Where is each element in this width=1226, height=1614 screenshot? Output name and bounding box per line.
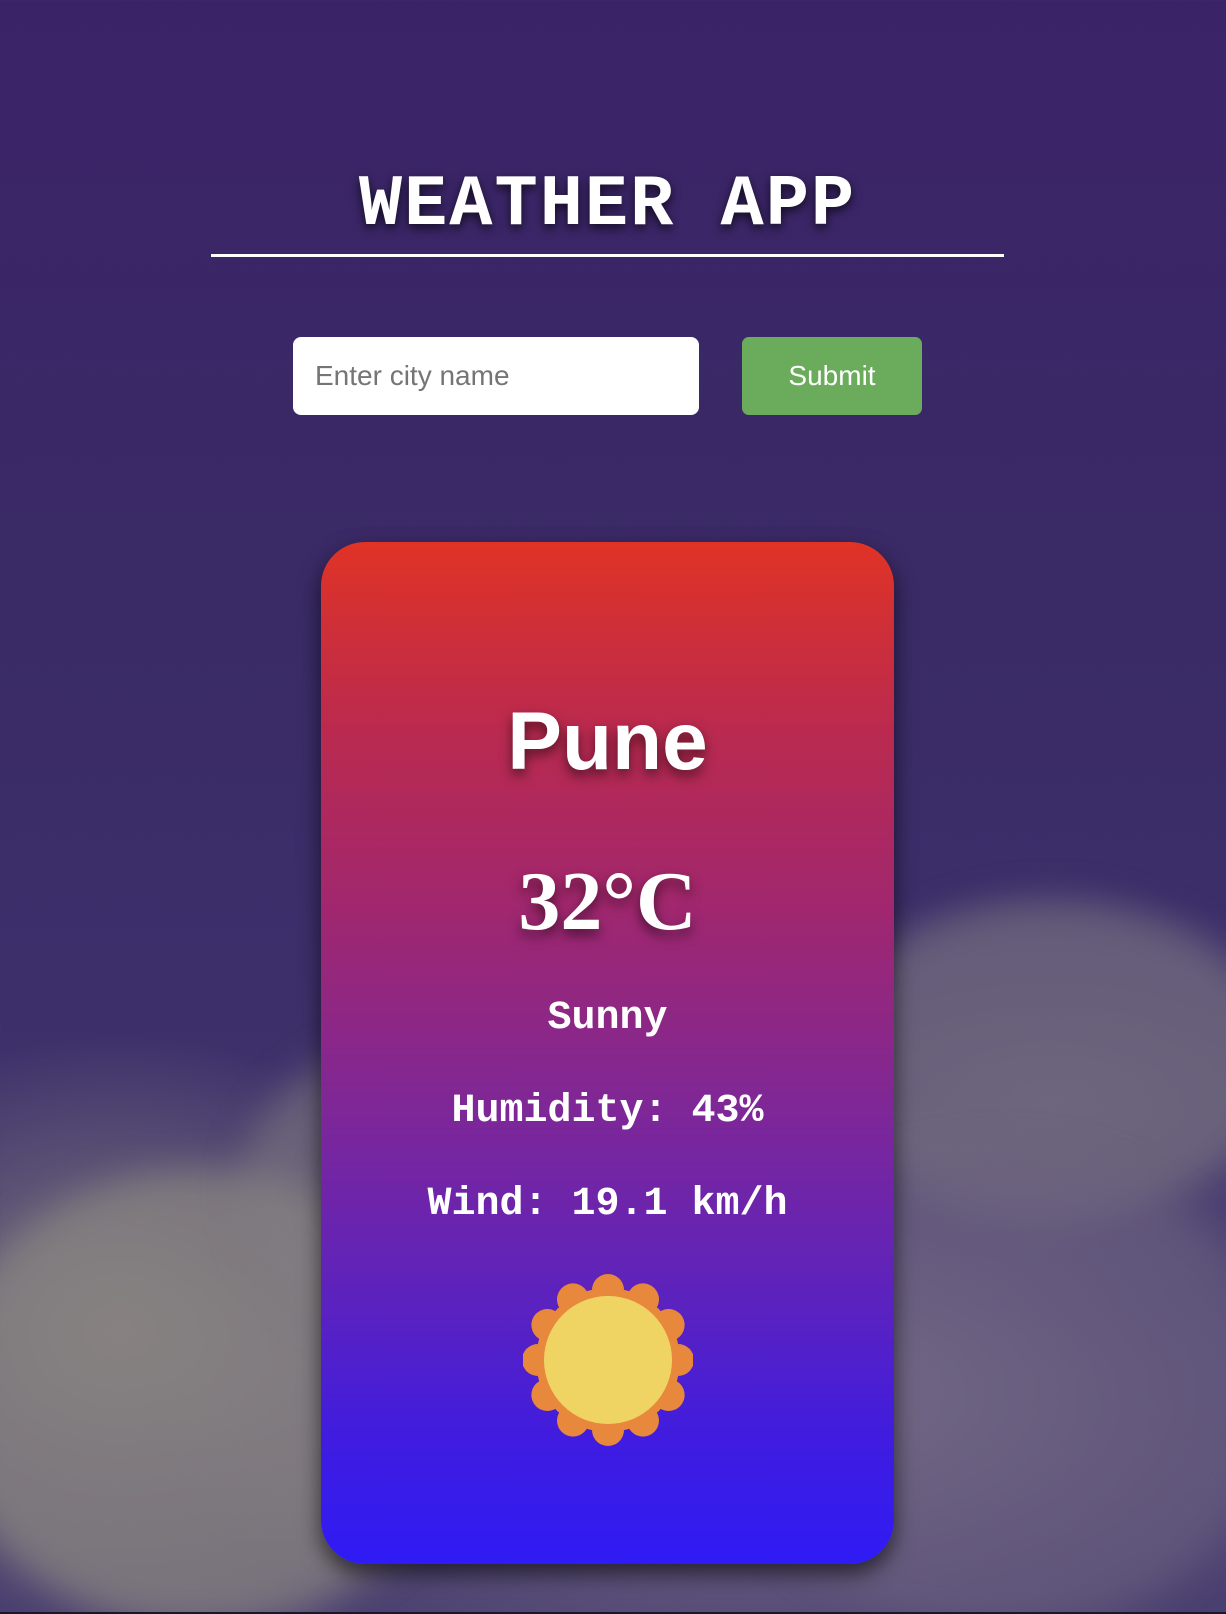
title-underline [211,254,1004,257]
app-title: WEATHER APP [358,164,857,246]
humidity: Humidity: 43% [451,1089,764,1134]
weather-card: Pune 32°C Sunny Humidity: 43% Wind: 19.1… [321,542,894,1564]
temperature: 32°C [518,855,697,948]
weather-condition: Sunny [547,996,668,1041]
sun-icon [523,1274,693,1446]
city-input[interactable] [293,337,699,415]
search-form: Submit [293,337,923,415]
app-header: WEATHER APP [211,160,1004,257]
wind-speed: Wind: 19.1 km/h [427,1182,788,1227]
city-name: Pune [507,696,708,787]
sun-core [544,1296,672,1424]
submit-button[interactable]: Submit [742,337,922,415]
